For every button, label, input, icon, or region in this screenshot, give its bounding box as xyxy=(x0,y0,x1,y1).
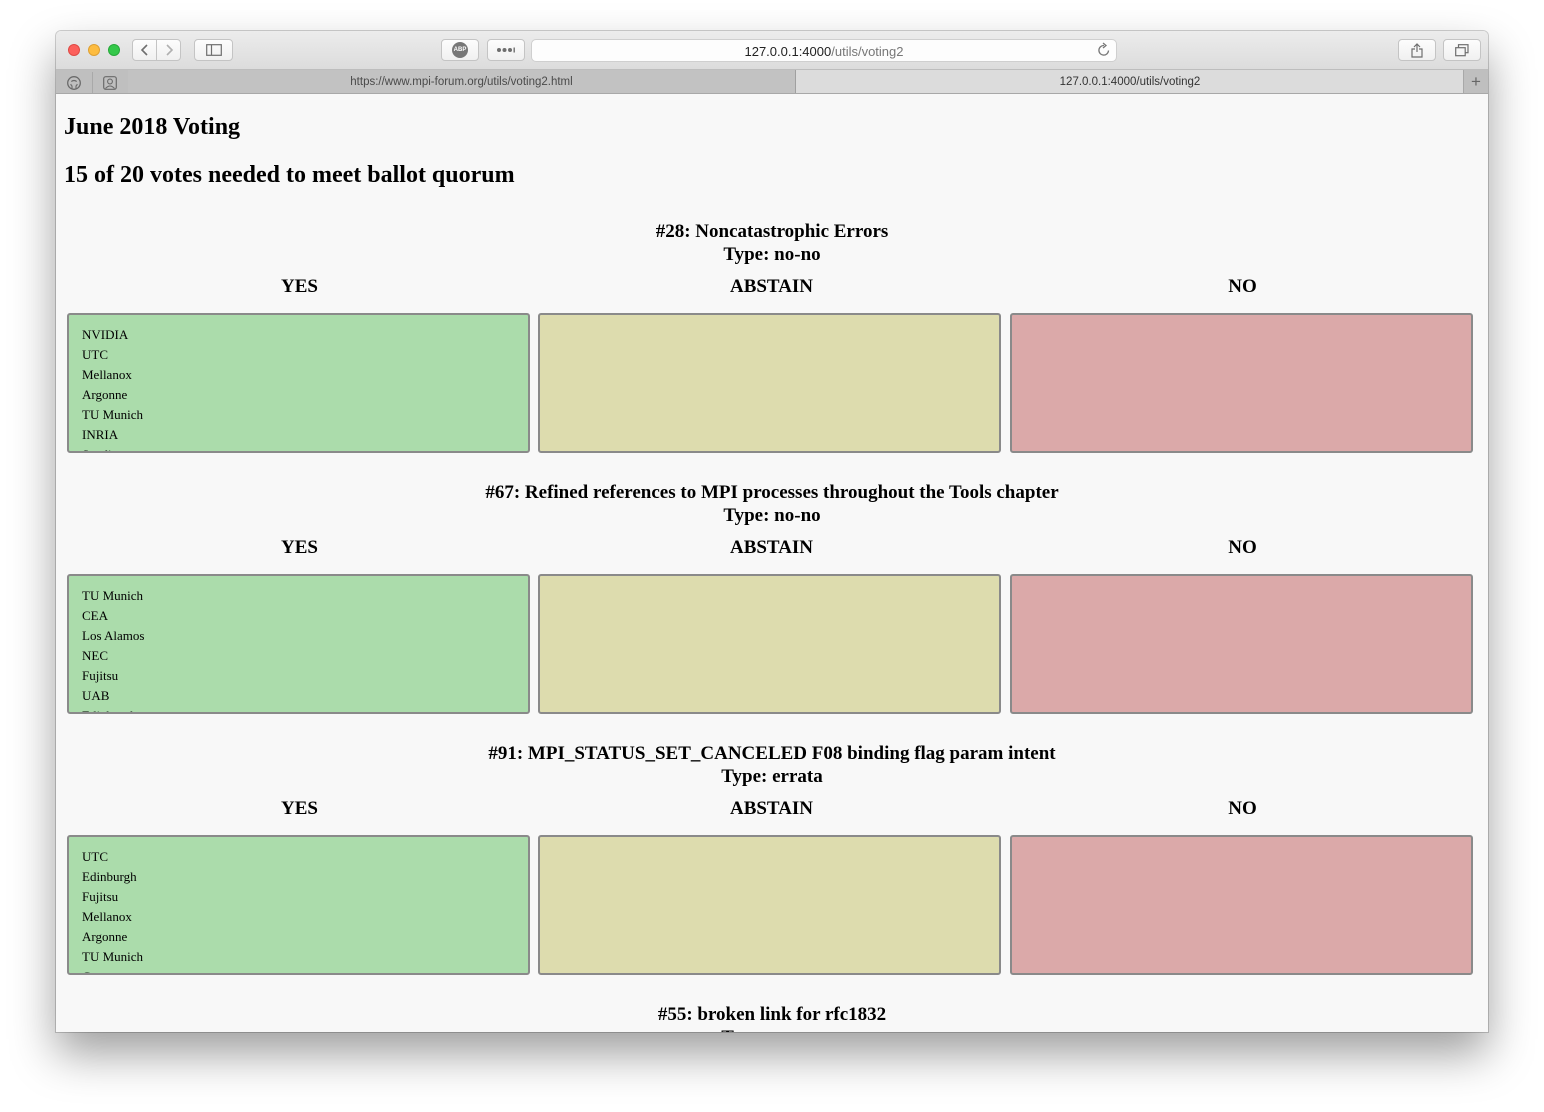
voter-list-item: Edinburgh xyxy=(82,869,137,884)
no-votes-box[interactable] xyxy=(1010,313,1473,453)
yes-column-header: YES xyxy=(281,276,318,297)
browser-window: ABP 127.0.0.1:4000/utils/voting2 https:/… xyxy=(56,31,1488,1032)
abp-icon: ABP xyxy=(452,42,468,58)
voter-list-item: Cray xyxy=(82,967,528,973)
voter-list-item: Edinburgh xyxy=(82,706,528,712)
chevron-left-icon xyxy=(140,44,148,56)
ballot-section: #91: MPI_STATUS_SET_CANCELED F08 binding… xyxy=(56,742,1488,975)
voter-list-item: UTC xyxy=(82,849,108,864)
ballot-type: Type: no-no xyxy=(723,505,821,526)
page-title: June 2018 Voting xyxy=(64,114,241,140)
abstain-votes-box[interactable] xyxy=(538,835,1001,975)
no-column-header: NO xyxy=(1228,798,1257,819)
person-icon xyxy=(103,75,117,90)
voter-list-item: UTC xyxy=(82,347,108,362)
ballot-heading: #28: Noncatastrophic Errors xyxy=(655,221,889,242)
quorum-heading: 15 of 20 votes needed to meet ballot quo… xyxy=(64,162,515,188)
voter-list-item: Argonne xyxy=(82,387,128,402)
tab-local-voting[interactable]: 127.0.0.1:4000/utils/voting2 xyxy=(796,70,1464,93)
voter-list-item: UAB xyxy=(82,688,110,703)
tab-bar: https://www.mpi-forum.org/utils/voting2.… xyxy=(56,70,1488,94)
sidebar-icon xyxy=(205,44,222,56)
address-bar[interactable]: 127.0.0.1:4000/utils/voting2 xyxy=(531,39,1117,62)
zoom-window-button[interactable] xyxy=(108,44,120,56)
more-icon xyxy=(497,47,515,53)
adblock-button[interactable]: ABP xyxy=(441,39,479,61)
plus-icon: + xyxy=(1471,71,1481,91)
incognito-button[interactable] xyxy=(92,72,129,93)
ballot-type: Type: no-no xyxy=(723,244,821,265)
voter-list-item: CEA xyxy=(82,608,108,623)
yes-votes-box[interactable]: TU Munich CEA Los Alamos NEC Fujitsu UAB Edinb… xyxy=(67,574,530,714)
yes-votes-box[interactable]: UTC Edinburgh Fujitsu Mellanox Argonne TU Mun… xyxy=(67,835,530,975)
github-button[interactable] xyxy=(56,72,93,93)
tab-mpi-forum[interactable]: https://www.mpi-forum.org/utils/voting2.… xyxy=(128,70,796,93)
ballot-type: Type: errata xyxy=(721,766,823,787)
sidebar-button[interactable] xyxy=(194,39,233,61)
close-window-button[interactable] xyxy=(68,44,80,56)
reload-icon[interactable] xyxy=(1097,42,1111,58)
abstain-column-header: ABSTAIN xyxy=(729,537,814,558)
ballot-section: #67: Refined references to MPI processes… xyxy=(56,481,1488,714)
voter-list-item: Los Alamos xyxy=(82,628,145,643)
voter-list-item: NEC xyxy=(82,648,108,663)
share-icon xyxy=(1411,42,1423,58)
no-column-header: NO xyxy=(1228,537,1257,558)
voter-list-item: INRIA xyxy=(82,427,119,442)
github-icon xyxy=(67,75,81,90)
tab-overview-button[interactable] xyxy=(1443,39,1481,61)
ballot-type: Type: errata xyxy=(56,1026,1488,1032)
abstain-column-header: ABSTAIN xyxy=(729,276,814,297)
voter-list-item: Argonne xyxy=(82,929,128,944)
new-tab-button[interactable]: + xyxy=(1463,70,1488,93)
ballot-section: #28: Noncatastrophic Errors Type: no-no … xyxy=(56,220,1488,453)
no-votes-box[interactable] xyxy=(1010,835,1473,975)
share-button[interactable] xyxy=(1398,39,1436,61)
ballot-heading: #91: MPI_STATUS_SET_CANCELED F08 binding… xyxy=(488,743,1056,764)
voter-list-item: Sandia xyxy=(82,445,528,451)
ballot-heading: #67: Refined references to MPI processes… xyxy=(485,482,1059,503)
ballot-heading: #55: broken link for rfc1832 xyxy=(657,1004,887,1025)
yes-column-header: YES xyxy=(281,537,318,558)
ballot-section: #55: broken link for rfc1832 Type: errat… xyxy=(56,1003,1488,1032)
voter-list-item: TU Munich xyxy=(82,588,144,603)
page-content: June 2018 Voting 15 of 20 votes needed t… xyxy=(56,94,1488,1032)
yes-column-header: YES xyxy=(281,798,318,819)
tab-overview-icon xyxy=(1455,43,1469,56)
tab-title: 127.0.0.1:4000/utils/voting2 xyxy=(1059,75,1201,88)
yes-votes-box[interactable]: NVIDIA UTC Mellanox Argonne TU Munich INRIA Sa… xyxy=(67,313,530,453)
abstain-column-header: ABSTAIN xyxy=(729,798,814,819)
abstain-votes-box[interactable] xyxy=(538,313,1001,453)
voter-list-item: Mellanox xyxy=(82,909,132,924)
voter-list-item: NVIDIA xyxy=(82,327,129,342)
no-votes-box[interactable] xyxy=(1010,574,1473,714)
browser-toolbar: ABP 127.0.0.1:4000/utils/voting2 xyxy=(56,31,1488,70)
back-button[interactable] xyxy=(132,39,157,61)
minimize-window-button[interactable] xyxy=(88,44,100,56)
voter-list-item: TU Munich xyxy=(82,407,144,422)
abstain-votes-box[interactable] xyxy=(538,574,1001,714)
address-url: 127.0.0.1:4000/utils/voting2 xyxy=(744,44,904,59)
voter-list-item: Mellanox xyxy=(82,367,132,382)
chevron-right-icon xyxy=(165,44,173,56)
voter-list-item: TU Munich xyxy=(82,949,144,964)
tab-title: https://www.mpi-forum.org/utils/voting2.… xyxy=(350,75,573,88)
voter-list-item: Fujitsu xyxy=(82,889,119,904)
no-column-header: NO xyxy=(1228,276,1257,297)
voter-list-item: Fujitsu xyxy=(82,668,119,683)
forward-button[interactable] xyxy=(156,39,181,61)
extensions-button[interactable] xyxy=(487,39,525,61)
